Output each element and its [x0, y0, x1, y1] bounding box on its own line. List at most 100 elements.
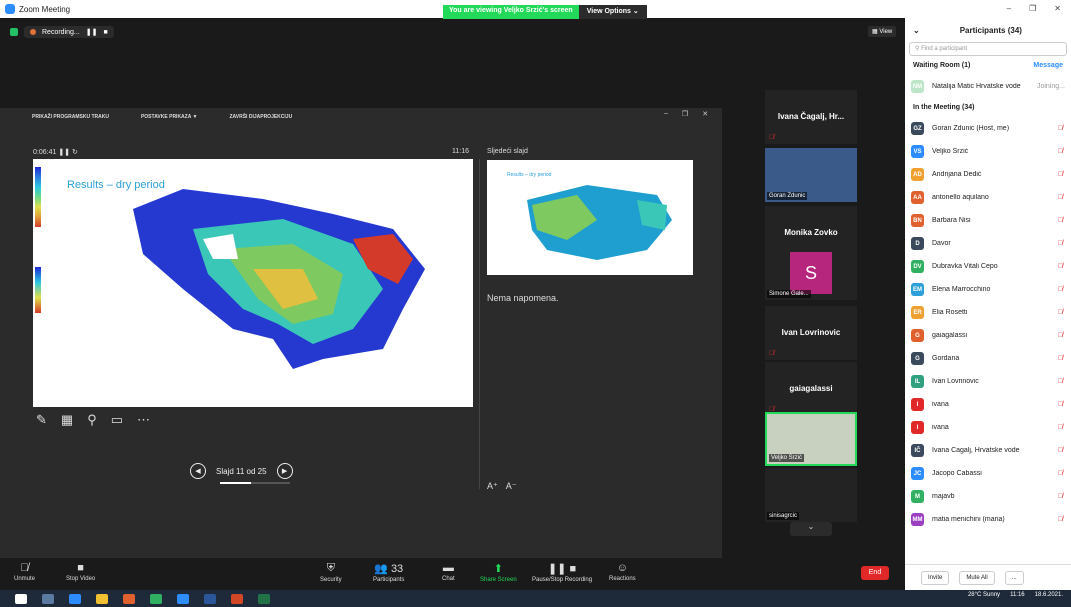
security-button[interactable]: ⛨ Security — [320, 562, 342, 583]
message-button[interactable]: Message — [1033, 62, 1063, 69]
participant-row[interactable]: AA antonello aquilano 🎙̸ — [905, 186, 1071, 209]
participant-row[interactable]: D Davor 🎙̸ — [905, 232, 1071, 255]
weather[interactable]: 28°C Sunny — [968, 592, 1000, 598]
file-explorer-icon[interactable] — [96, 593, 108, 604]
find-participant-input[interactable]: ⚲ Find a participant — [909, 42, 1067, 56]
participant-row[interactable]: Mmajavb 🎙̸ — [905, 485, 1071, 508]
mute-all-button[interactable]: Mute All — [959, 570, 995, 585]
participant-row[interactable]: AD Andrijana Dedić 🎙̸ — [905, 163, 1071, 186]
decrease-font-icon[interactable]: A⁻ — [506, 481, 517, 492]
participant-row[interactable]: IČ Ivana Čagalj, Hrvatske vode 🎙̸ — [905, 439, 1071, 462]
next-slide-icon[interactable]: ▶ — [276, 463, 293, 479]
end-slideshow-button[interactable]: ZAVRŠI DIJAPROJEKCIJU — [229, 114, 292, 120]
firefox-icon[interactable] — [123, 593, 135, 604]
muted-mic-icon[interactable]: 🎙̸ — [1058, 148, 1065, 155]
excel-icon[interactable] — [258, 593, 270, 604]
video-tile[interactable]: Ivan Lovrinovic 🎙̸ — [765, 306, 857, 360]
view-options-button[interactable]: View Options ⌄ — [578, 5, 647, 19]
date[interactable]: 18.6.2021. — [1035, 592, 1063, 598]
muted-mic-icon[interactable]: 🎙̸ — [1058, 286, 1065, 293]
muted-mic-icon[interactable]: 🎙̸ — [1058, 171, 1065, 178]
reset-timer-icon[interactable]: ↻ — [72, 149, 78, 156]
muted-mic-icon[interactable]: 🎙̸ — [1058, 309, 1065, 316]
video-tile[interactable]: sinisagrcic — [765, 468, 857, 522]
waiting-participant[interactable]: NM Natalija Matic Hrvatske vode Joining.… — [905, 75, 1071, 98]
reactions-button[interactable]: ☺ Reactions — [609, 562, 636, 582]
muted-mic-icon[interactable]: 🎙̸ — [1058, 332, 1065, 339]
video-tile[interactable]: S Simone Gale... — [765, 250, 857, 300]
unmute-button[interactable]: 🎙̸ Unmute — [14, 562, 35, 582]
video-tile[interactable]: gaiagalassi 🎙̸ — [765, 362, 857, 416]
chat-button[interactable]: ▬ Chat — [442, 562, 455, 582]
word-icon[interactable] — [204, 593, 216, 604]
zoom-icon[interactable]: ⚲ — [87, 412, 97, 428]
shield-icon[interactable] — [10, 28, 18, 36]
minimize-icon[interactable]: – — [1007, 4, 1011, 18]
video-tile[interactable]: Goran Zdunic — [765, 148, 857, 202]
participant-row[interactable]: VS Veljko Srzić 🎙̸ — [905, 140, 1071, 163]
muted-mic-icon[interactable]: 🎙̸ — [1058, 125, 1065, 132]
more-button[interactable]: ... — [1004, 570, 1024, 585]
invite-button[interactable]: Invite — [921, 570, 950, 585]
time[interactable]: 11:16 — [1010, 592, 1025, 598]
chrome-icon[interactable] — [150, 593, 162, 604]
minimize-icon[interactable]: – — [664, 110, 668, 118]
windows-start-icon[interactable] — [15, 593, 27, 604]
edge-icon[interactable] — [69, 593, 81, 604]
muted-mic-icon[interactable]: 🎙̸ — [1058, 493, 1065, 500]
more-options-icon[interactable]: ⋯ — [137, 412, 150, 428]
participant-row[interactable]: IL Ivan Lovrinovic 🎙̸ — [905, 370, 1071, 393]
pane-divider[interactable] — [479, 159, 480, 489]
participant-row[interactable]: G Gordana 🎙̸ — [905, 347, 1071, 370]
participants-button[interactable]: 👥 33 Participants — [373, 562, 404, 583]
view-button[interactable]: ▦ View — [868, 26, 897, 37]
zoom-taskbar-icon[interactable] — [177, 593, 189, 604]
maximize-icon[interactable]: ❐ — [1029, 4, 1036, 18]
pause-stop-recording-button[interactable]: ❚❚ ■ Pause/Stop Recording — [532, 562, 592, 583]
display-settings-button[interactable]: POSTAVKE PRIKAZA ▼ — [141, 114, 198, 120]
close-icon[interactable]: ✕ — [1054, 4, 1061, 18]
participant-row[interactable]: Ggaiagalassi 🎙̸ — [905, 324, 1071, 347]
muted-mic-icon[interactable]: 🎙̸ — [1058, 470, 1065, 477]
participant-row[interactable]: BN Barbara Nisi 🎙̸ — [905, 209, 1071, 232]
video-tile[interactable]: Ivana Čagalj, Hr... 🎙̸ — [765, 90, 857, 144]
participant-row[interactable]: ER Elia Rosetti 🎙̸ — [905, 301, 1071, 324]
next-slide-preview[interactable]: Results – dry period — [487, 160, 693, 275]
slides-grid-icon[interactable]: ▦ — [61, 412, 73, 428]
screen-icon[interactable]: ▭ — [111, 412, 123, 428]
participant-row[interactable]: GZ Goran Zdunic (Host, me) 🎙̸ — [905, 117, 1071, 140]
muted-mic-icon[interactable]: 🎙̸ — [1058, 263, 1065, 270]
muted-mic-icon[interactable]: 🎙̸ — [1058, 424, 1065, 431]
muted-mic-icon[interactable]: 🎙̸ — [1058, 240, 1065, 247]
increase-font-icon[interactable]: A⁺ — [487, 481, 498, 492]
participant-row[interactable]: EM Elena Marrocchino 🎙̸ — [905, 278, 1071, 301]
muted-mic-icon[interactable]: 🎙̸ — [1058, 355, 1065, 362]
show-taskbar-button[interactable]: PRIKAŽI PROGRAMSKU TRAKU — [32, 114, 109, 120]
gallery-scroll-down-icon[interactable]: ⌄ — [790, 522, 832, 536]
stop-recording-icon[interactable]: ■ — [103, 29, 107, 36]
task-view-icon[interactable] — [42, 593, 54, 604]
pause-recording-icon[interactable]: ❚❚ — [86, 28, 98, 36]
participant-row[interactable]: JC Jacopo Cabassi 🎙̸ — [905, 462, 1071, 485]
close-icon[interactable]: ✕ — [702, 110, 708, 118]
participant-row[interactable]: Iivana 🎙̸ — [905, 393, 1071, 416]
stop-video-button[interactable]: ■ Stop Video — [66, 562, 95, 582]
muted-mic-icon[interactable]: 🎙̸ — [1058, 194, 1065, 201]
previous-slide-icon[interactable]: ◀ — [190, 463, 206, 479]
share-screen-button[interactable]: ⬆ Share Screen — [480, 562, 517, 583]
muted-mic-icon[interactable]: 🎙̸ — [1058, 516, 1065, 523]
video-tile-active[interactable]: Veljko Srzić — [765, 412, 857, 466]
muted-mic-icon[interactable]: 🎙̸ — [1058, 401, 1065, 408]
participant-row[interactable]: DV Dubravka Vitali Čepo 🎙̸ — [905, 255, 1071, 278]
collapse-panel-icon[interactable]: ⌄ — [913, 26, 920, 35]
pen-icon[interactable]: ✎ — [36, 412, 47, 428]
in-meeting-header[interactable]: In the Meeting (34) — [905, 98, 1071, 117]
restore-icon[interactable]: ❐ — [682, 110, 688, 118]
muted-mic-icon[interactable]: 🎙̸ — [1058, 378, 1065, 385]
muted-mic-icon[interactable]: 🎙̸ — [1058, 447, 1065, 454]
end-button[interactable]: End — [861, 566, 889, 580]
participant-row[interactable]: Iivana 🎙̸ — [905, 416, 1071, 439]
waiting-room-header[interactable]: Waiting Room (1) Message — [905, 56, 1071, 75]
muted-mic-icon[interactable]: 🎙̸ — [1058, 217, 1065, 224]
pause-timer-icon[interactable]: ❚❚ — [58, 149, 70, 156]
